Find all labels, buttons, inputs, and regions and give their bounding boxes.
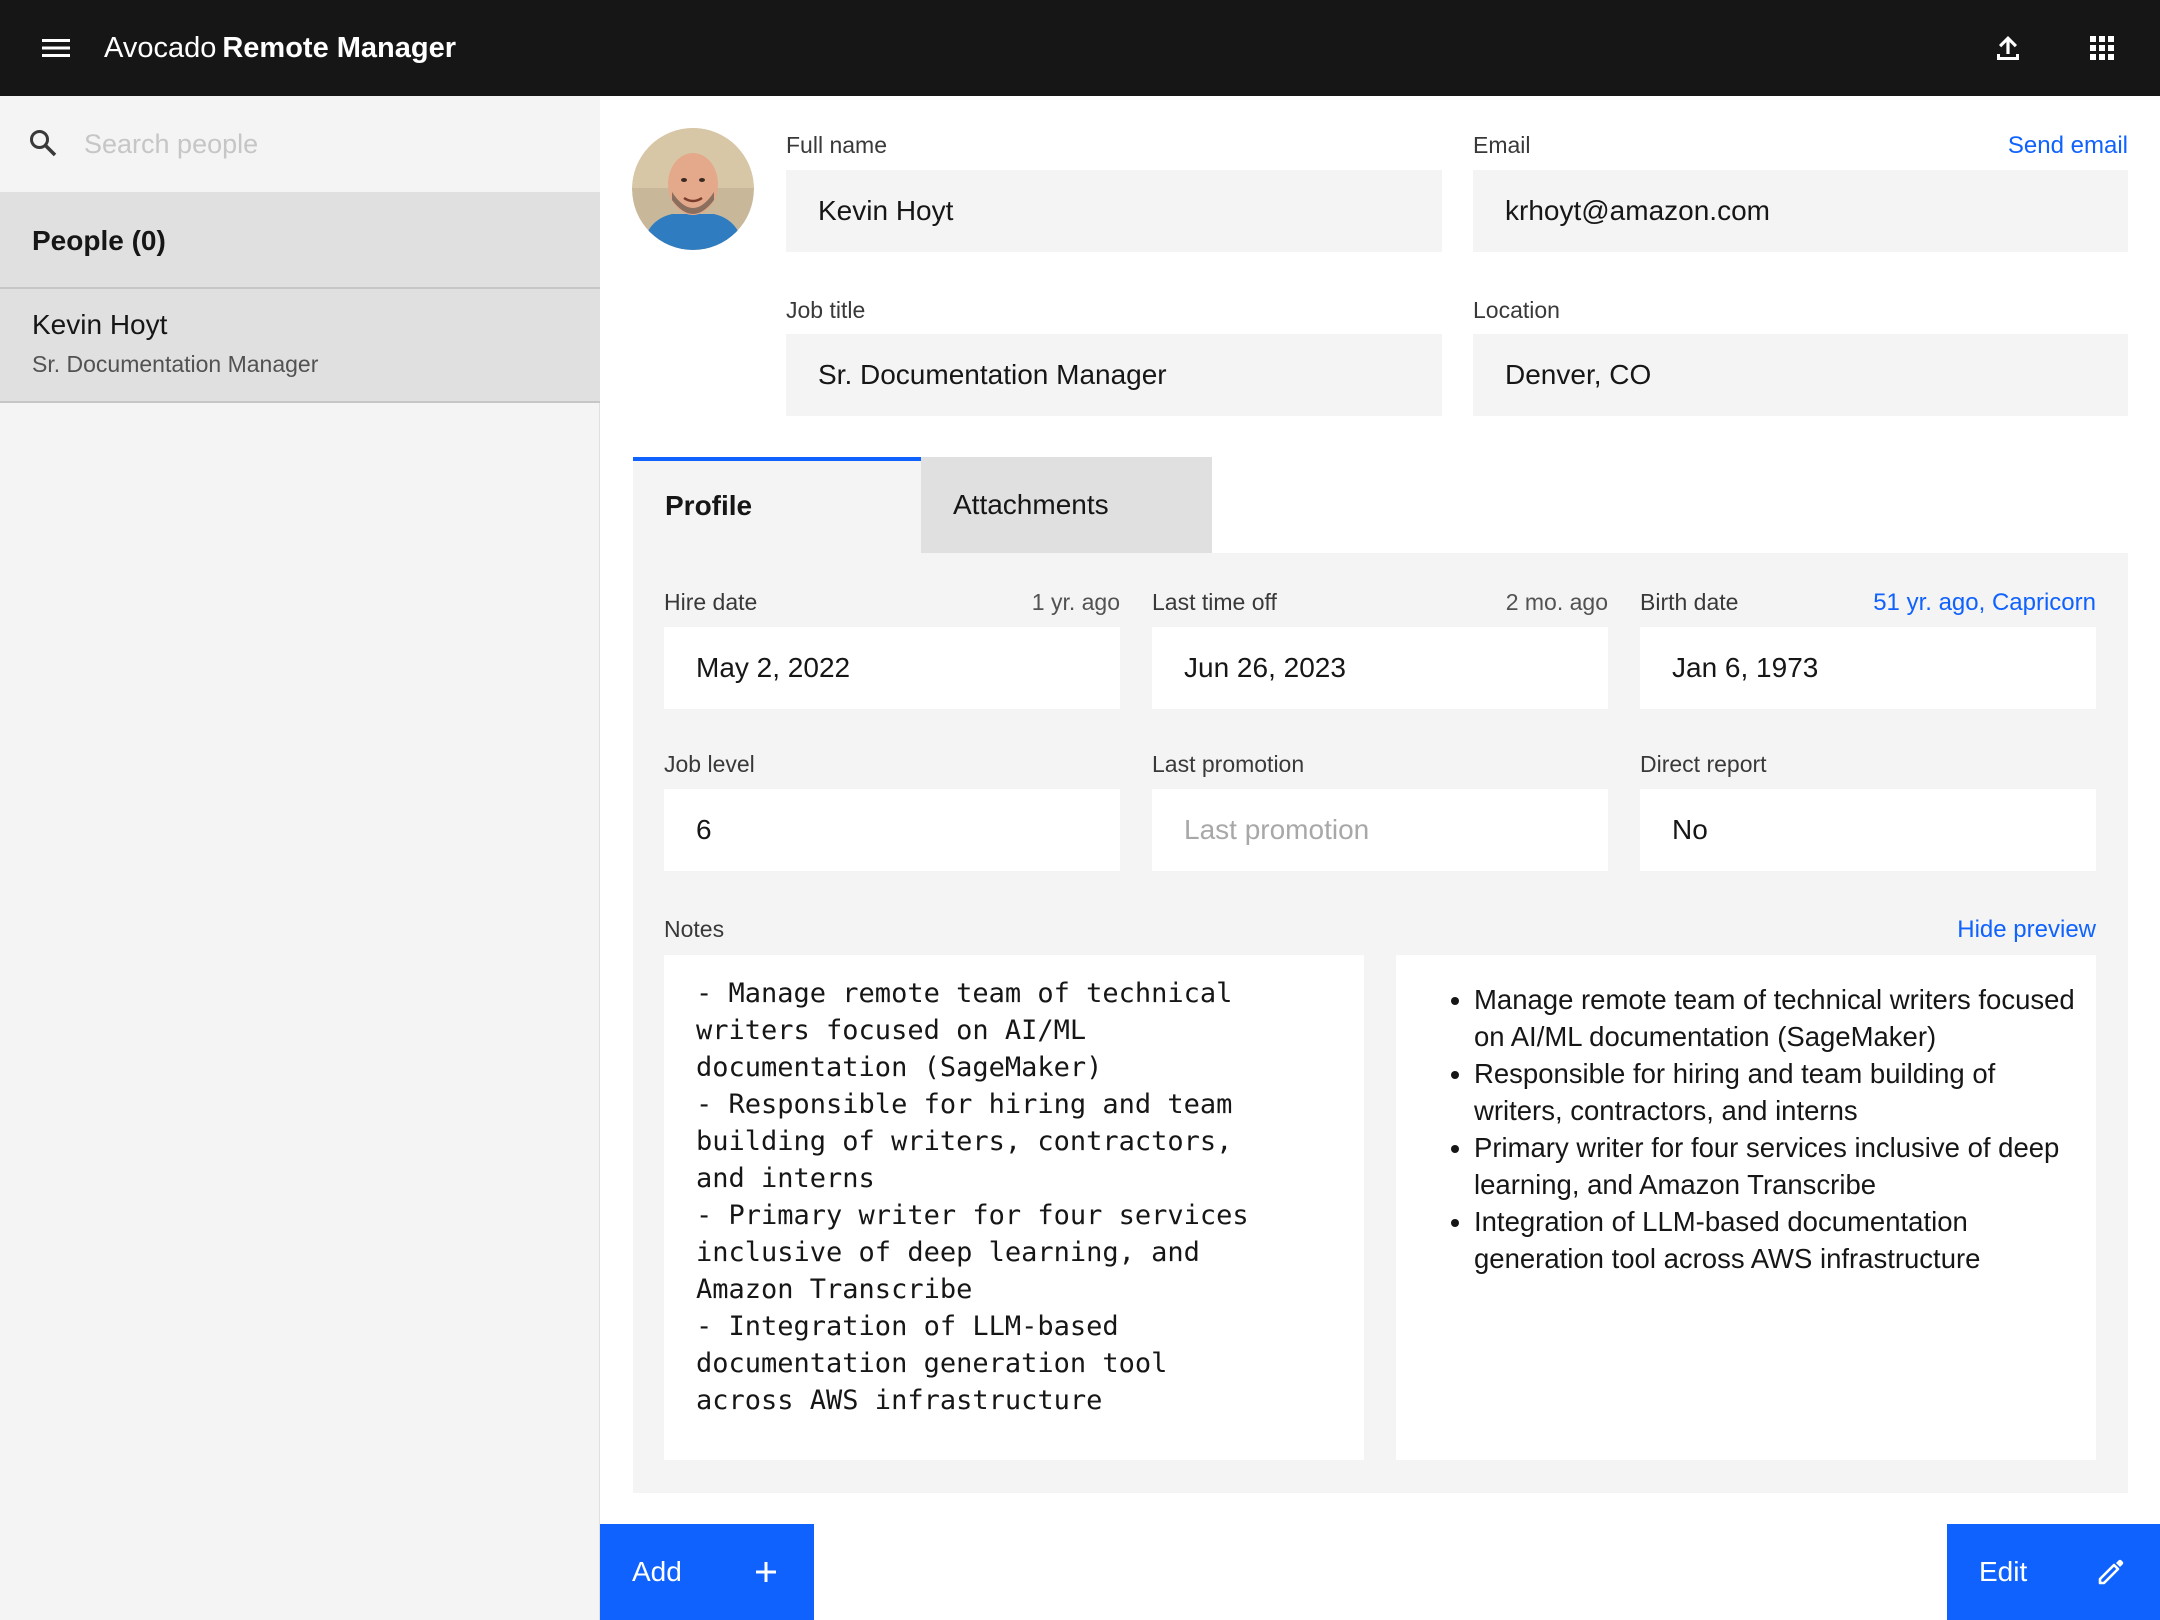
direct-report-label: Direct report	[1640, 751, 1767, 777]
birth-date-field[interactable]: Jan 6, 1973	[1640, 627, 2096, 709]
hire-date-field[interactable]: May 2, 2022	[664, 627, 1120, 709]
person-name: Kevin Hoyt	[32, 309, 168, 340]
job-title-label: Job title	[786, 297, 866, 323]
avatar[interactable]	[632, 128, 754, 250]
send-email-link[interactable]: Send email	[2008, 132, 2128, 160]
full-name-label: Full name	[786, 132, 887, 158]
people-count-label: People (0)	[32, 225, 166, 256]
upload-icon	[1997, 36, 2019, 60]
add-button-label: Add	[632, 1556, 682, 1587]
avatar-image	[632, 128, 754, 250]
hire-date-hint: 1 yr. ago	[1031, 589, 1120, 615]
list-item: Manage remote team of technical writers …	[1474, 981, 2076, 1055]
list-item[interactable]: Kevin Hoyt Sr. Documentation Manager	[0, 289, 600, 403]
upload-button[interactable]	[1982, 24, 2034, 72]
menu-icon	[42, 39, 70, 57]
list-item: Responsible for hiring and team building…	[1474, 1055, 2076, 1129]
add-button[interactable]: Add	[600, 1524, 814, 1620]
notes-preview: Manage remote team of technical writers …	[1396, 955, 2096, 1460]
app-header: Avocado Remote Manager	[0, 0, 2160, 96]
hide-preview-link[interactable]: Hide preview	[1957, 916, 2096, 944]
birth-date-hint-link[interactable]: 51 yr. ago, Capricorn	[1873, 589, 2096, 617]
birth-date-label: Birth date	[1640, 589, 1739, 615]
notes-label: Notes	[664, 916, 725, 942]
person-job-title: Sr. Documentation Manager	[32, 351, 319, 377]
email-field[interactable]: krhoyt@amazon.com	[1473, 170, 2128, 252]
apps-button[interactable]	[2076, 24, 2128, 72]
notes-textarea[interactable]: - Manage remote team of technical writer…	[664, 955, 1364, 1460]
app-title-name: Remote Manager	[222, 32, 457, 64]
menu-button[interactable]	[30, 26, 82, 70]
list-item: Integration of LLM-based documentation g…	[1474, 1203, 2076, 1277]
app-title-prefix: Avocado	[104, 32, 217, 64]
last-time-off-label: Last time off	[1152, 589, 1277, 615]
hire-date-label: Hire date	[664, 589, 758, 615]
last-time-off-hint: 2 mo. ago	[1505, 589, 1608, 615]
apps-grid-icon	[2090, 36, 2114, 60]
search-bar	[0, 96, 600, 192]
pencil-icon	[2098, 1559, 2124, 1585]
edit-button[interactable]: Edit	[1947, 1524, 2160, 1620]
edit-button-label: Edit	[1979, 1556, 2028, 1587]
search-icon	[30, 130, 57, 157]
people-list-header: People (0)	[0, 192, 600, 289]
people-sidebar: People (0) Kevin Hoyt Sr. Documentation …	[0, 96, 600, 1620]
full-name-field[interactable]: Kevin Hoyt	[786, 170, 1442, 252]
job-level-label: Job level	[664, 751, 755, 777]
job-level-field[interactable]: 6	[664, 789, 1120, 871]
job-title-field[interactable]: Sr. Documentation Manager	[786, 334, 1442, 416]
search-input[interactable]	[84, 118, 574, 170]
location-field[interactable]: Denver, CO	[1473, 334, 2128, 416]
last-promotion-field[interactable]: Last promotion	[1152, 789, 1608, 871]
direct-report-field[interactable]: No	[1640, 789, 2096, 871]
tab-profile[interactable]: Profile	[633, 457, 921, 553]
last-time-off-field[interactable]: Jun 26, 2023	[1152, 627, 1608, 709]
last-promotion-label: Last promotion	[1152, 751, 1305, 777]
list-item: Primary writer for four services inclusi…	[1474, 1129, 2076, 1203]
email-label: Email	[1473, 132, 1531, 158]
app-title: Avocado Remote Manager	[104, 0, 456, 96]
location-label: Location	[1473, 297, 1560, 323]
plus-icon	[756, 1562, 776, 1582]
tab-attachments[interactable]: Attachments	[921, 457, 1212, 553]
